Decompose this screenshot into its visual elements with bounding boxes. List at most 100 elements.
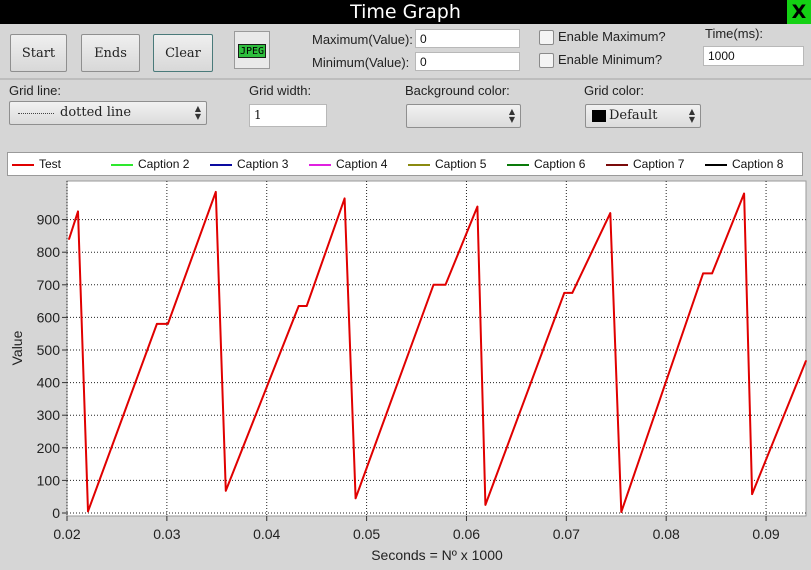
enable-minimum-checkbox[interactable] — [539, 53, 554, 68]
time-field[interactable]: 1000 — [703, 46, 804, 66]
data-point — [805, 359, 807, 362]
legend-item-test: Test — [12, 157, 92, 173]
x-tick-label: 0.04 — [253, 526, 280, 542]
legend-swatch — [309, 164, 331, 166]
plot-background — [66, 180, 807, 517]
maximum-label: Maximum(Value): — [312, 32, 413, 47]
x-axis-label: Seconds = Nº x 1000 — [371, 547, 503, 563]
jpeg-icon: JPEG — [238, 44, 266, 58]
data-point — [167, 323, 169, 325]
legend-swatch — [507, 164, 529, 166]
legend-swatch — [210, 164, 232, 166]
grid-width-label: Grid width: — [249, 83, 312, 98]
grid-color-value: Default — [609, 108, 658, 123]
data-point — [563, 292, 566, 294]
legend-swatch — [111, 164, 133, 166]
start-button[interactable]: Start — [10, 34, 67, 72]
data-point — [476, 205, 479, 208]
minimum-label: Minimum(Value): — [312, 55, 410, 70]
legend-item-caption-6: Caption 6 — [507, 157, 597, 173]
enable-maximum-label: Enable Maximum? — [558, 29, 666, 44]
data-point — [354, 497, 357, 500]
grid-line-value: dotted line — [60, 105, 132, 120]
data-point — [432, 284, 435, 286]
legend-item-caption-8: Caption 8 — [705, 157, 795, 173]
legend-item-caption-2: Caption 2 — [111, 157, 201, 173]
legend-label: Caption 4 — [336, 157, 388, 171]
legend-item-caption-3: Caption 3 — [210, 157, 300, 173]
updown-arrows-icon: ▲ ▼ — [508, 107, 515, 124]
data-point — [224, 490, 227, 492]
data-point — [214, 191, 217, 193]
updown-arrows-icon: ▲ ▼ — [194, 104, 201, 121]
background-color-label: Background color: — [405, 83, 510, 98]
data-point — [156, 323, 158, 325]
data-point — [702, 272, 704, 275]
legend-item-caption-5: Caption 5 — [408, 157, 498, 173]
updown-arrows-icon: ▲ ▼ — [688, 107, 695, 124]
y-tick-label: 300 — [37, 407, 61, 423]
legend-label: Caption 8 — [732, 157, 784, 171]
y-tick-label: 700 — [37, 277, 61, 293]
legend-label: Test — [39, 157, 62, 171]
data-point — [68, 238, 70, 240]
data-point — [444, 284, 447, 286]
y-tick-label: 0 — [52, 505, 60, 521]
x-tick-label: 0.07 — [553, 526, 580, 542]
data-point — [620, 511, 623, 513]
grid-width-field[interactable]: 1 — [249, 104, 327, 127]
legend-swatch — [705, 164, 727, 166]
background-color-select[interactable]: ▲ ▼ — [406, 104, 521, 128]
y-tick-label: 800 — [37, 244, 61, 260]
legend-label: Caption 5 — [435, 157, 487, 171]
grid-color-select[interactable]: Default ▲ ▼ — [585, 104, 701, 128]
y-tick-label: 100 — [37, 472, 61, 488]
data-point — [297, 305, 300, 307]
line-chart: 0.02 0.03 0.04 0.05 0.06 0.07 0.08 0.09 0 100 200 3… — [9, 180, 807, 563]
legend-swatch — [606, 164, 628, 166]
save-jpeg-button[interactable]: JPEG — [234, 31, 270, 69]
y-tick-label: 600 — [37, 309, 61, 325]
enable-maximum-checkbox[interactable] — [539, 30, 554, 45]
x-tick-label: 0.06 — [453, 526, 480, 542]
legend-label: Caption 6 — [534, 157, 586, 171]
x-tick-label: 0.08 — [653, 526, 680, 542]
y-axis-label: Value — [9, 330, 25, 365]
legend-swatch — [408, 164, 430, 166]
maximum-field[interactable]: 0 — [415, 29, 520, 48]
legend: Test Caption 2 Caption 3 Caption 4 Capti… — [7, 152, 803, 176]
legend-label: Caption 2 — [138, 157, 190, 171]
data-point — [484, 504, 487, 506]
ends-button[interactable]: Ends — [81, 34, 140, 72]
toolbar-separator — [0, 78, 811, 80]
data-point — [711, 272, 713, 275]
x-tick-label: 0.02 — [53, 526, 80, 542]
grid-color-label: Grid color: — [584, 83, 644, 98]
y-tick-label: 400 — [37, 375, 61, 391]
clear-button[interactable]: Clear — [153, 34, 213, 72]
window-title: Time Graph — [350, 1, 461, 23]
y-tick-label: 900 — [37, 212, 61, 228]
legend-item-caption-7: Caption 7 — [606, 157, 696, 173]
x-tick-label: 0.03 — [153, 526, 180, 542]
close-button[interactable]: X — [787, 0, 811, 24]
minimum-field[interactable]: 0 — [415, 52, 520, 71]
dotted-line-icon — [18, 113, 54, 114]
legend-swatch — [12, 164, 34, 166]
time-label: Time(ms): — [705, 26, 764, 41]
legend-label: Caption 7 — [633, 157, 685, 171]
title-bar: Time Graph X — [0, 0, 811, 24]
enable-minimum-label: Enable Minimum? — [558, 52, 663, 67]
data-point — [343, 197, 346, 200]
data-point — [609, 212, 612, 214]
grid-line-label: Grid line: — [9, 83, 62, 98]
toolbar: Start Ends Clear JPEG Maximum(Value): 0 … — [0, 24, 811, 78]
data-point — [77, 210, 79, 213]
color-swatch-icon — [592, 110, 606, 122]
grid-line-select[interactable]: dotted line ▲ ▼ — [9, 101, 207, 125]
x-tick-label: 0.09 — [752, 526, 779, 542]
legend-label: Caption 3 — [237, 157, 289, 171]
y-tick-label: 500 — [37, 342, 61, 358]
data-point — [305, 305, 308, 307]
data-point — [571, 292, 574, 294]
